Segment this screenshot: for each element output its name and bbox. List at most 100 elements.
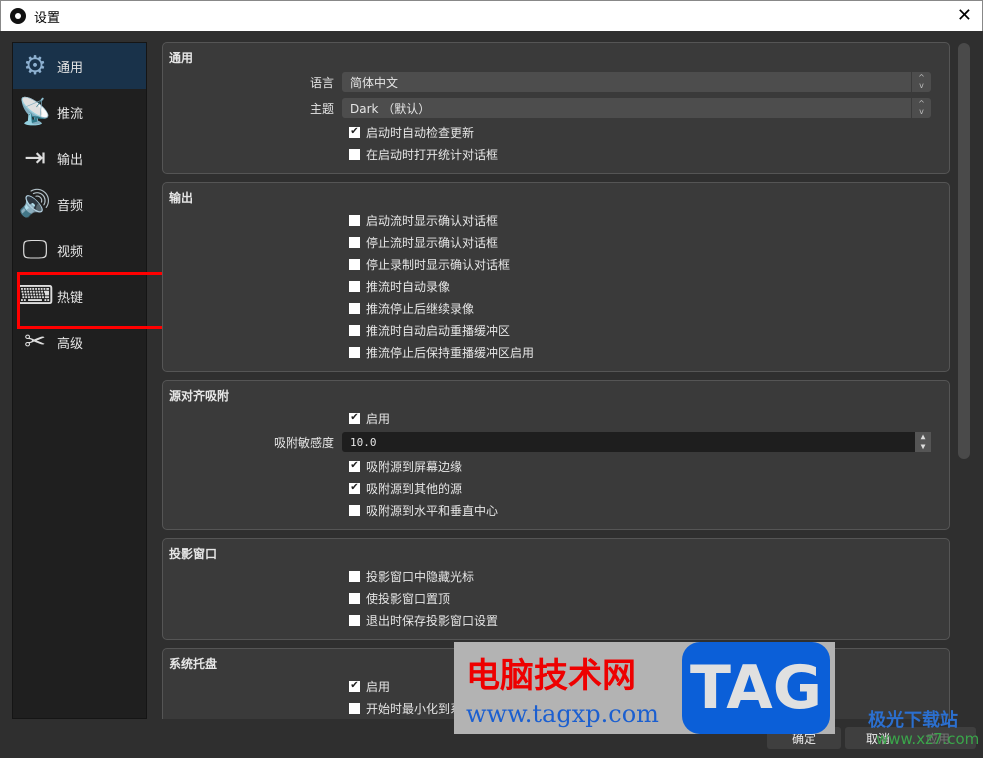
settings-group: 源对齐吸附 ✔ 启用 吸附敏感度 10.0 ▲ ▼ ✔ 吸附源到屏幕边缘 ✔ 吸附源到其他的源 吸附源… — [162, 380, 950, 530]
settings-sidebar: ⚙ 通用 📡 推流 ⇥ 输出 🔊 音频 🖵 视频 ⌨ 热键 ✂ 高级 — [12, 42, 147, 719]
checkbox[interactable] — [349, 236, 360, 248]
checkbox-row[interactable]: 启动流时显示确认对话框 — [163, 209, 949, 231]
checkbox[interactable]: ✔ — [349, 412, 360, 424]
sidebar-item-label: 视频 — [57, 244, 84, 260]
spinbox-value: 10.0 — [350, 435, 377, 449]
sidebar-item-2[interactable]: ⇥ 输出 — [13, 135, 146, 181]
checkbox-label: 推流停止后继续录像 — [366, 301, 475, 316]
dropdown-select[interactable]: Dark （默认） ^ v — [342, 98, 931, 118]
sidebar-item-4[interactable]: 🖵 视频 — [13, 227, 146, 273]
spin-row: 吸附敏感度 10.0 ▲ ▼ — [163, 429, 949, 455]
checkbox-row[interactable]: ✔ 启用 — [163, 407, 949, 429]
checkbox-row[interactable]: 在启动时打开统计对话框 — [163, 143, 949, 165]
chevron-up-down-icon: ^ v — [911, 72, 931, 92]
checkbox-row[interactable]: ✔ 吸附源到屏幕边缘 — [163, 455, 949, 477]
tools-icon: ✂ — [24, 327, 46, 357]
antenna-icon: 📡 — [18, 97, 52, 127]
checkbox-row[interactable]: 推流停止后保持重播缓冲区启用 — [163, 341, 949, 363]
field-label: 吸附敏感度 — [273, 435, 334, 450]
checkbox-row[interactable]: 吸附源到水平和垂直中心 — [163, 499, 949, 521]
checkbox[interactable] — [349, 592, 360, 604]
sidebar-item-1[interactable]: 📡 推流 — [13, 89, 146, 135]
watermark-brand: 极光下载站 — [868, 710, 958, 731]
checkbox[interactable] — [349, 302, 360, 314]
sidebar-item-label: 音频 — [57, 198, 84, 214]
sidebar-item-0[interactable]: ⚙ 通用 — [13, 43, 146, 89]
watermark-brand-url: www.xz7.com — [876, 730, 980, 748]
checkbox-row[interactable]: 投影窗口中隐藏光标 — [163, 565, 949, 587]
checkbox[interactable] — [349, 258, 360, 270]
close-button[interactable]: ✕ — [957, 5, 972, 26]
checkbox-label: 停止录制时显示确认对话框 — [366, 257, 511, 272]
spin-up-icon[interactable]: ▲ — [915, 432, 931, 442]
checkbox-label: 退出时保存投影窗口设置 — [366, 613, 499, 628]
checkbox-row[interactable]: ✔ 吸附源到其他的源 — [163, 477, 949, 499]
checkbox[interactable]: ✔ — [349, 680, 360, 692]
checkbox-row[interactable]: 使投影窗口置顶 — [163, 587, 949, 609]
window-title: 设置 — [34, 10, 61, 26]
number-spinbox[interactable]: 10.0 ▲ ▼ — [342, 432, 931, 452]
settings-group: 通用 语言 简体中文 ^ v 主题 Dark （默认） ^ v ✔ 启动时自动检查更新 在启动时打开统… — [162, 42, 950, 174]
sidebar-item-label: 通用 — [57, 60, 84, 76]
title-bar: 设置 ✕ — [0, 0, 983, 31]
checkbox-label: 启动时自动检查更新 — [366, 125, 475, 140]
group-title: 投影窗口 — [169, 547, 218, 561]
sidebar-item-label: 推流 — [57, 106, 84, 122]
settings-group: 投影窗口投影窗口中隐藏光标 使投影窗口置顶退出时保存投影窗口设置 — [162, 538, 950, 640]
checkbox-row[interactable]: ✔ 启动时自动检查更新 — [163, 121, 949, 143]
checkbox[interactable] — [349, 280, 360, 292]
checkbox[interactable] — [349, 324, 360, 336]
checkbox-label: 在启动时打开统计对话框 — [366, 147, 499, 162]
spin-buttons: ▲ ▼ — [915, 432, 931, 452]
checkbox-row[interactable]: 推流停止后继续录像 — [163, 297, 949, 319]
monitor-icon: 🖵 — [22, 234, 48, 265]
checkbox-label: 投影窗口中隐藏光标 — [366, 569, 475, 584]
general-settings-panel: 通用 语言 简体中文 ^ v 主题 Dark （默认） ^ v ✔ 启动时自动检查更新 在启动时打开统… — [162, 42, 950, 719]
spin-down-icon[interactable]: ▼ — [915, 442, 931, 452]
dropdown-select[interactable]: 简体中文 ^ v — [342, 72, 931, 92]
chevron-up-down-icon: ^ v — [911, 98, 931, 118]
checkbox[interactable] — [349, 214, 360, 226]
sidebar-item-3[interactable]: 🔊 音频 — [13, 181, 146, 227]
sidebar-item-6[interactable]: ✂ 高级 — [13, 319, 146, 365]
select-row: 主题 Dark （默认） ^ v — [163, 95, 949, 121]
group-title: 源对齐吸附 — [169, 389, 230, 403]
field-label: 主题 — [309, 101, 334, 116]
checkbox-label: 吸附源到其他的源 — [366, 481, 463, 496]
watermark-url: www.tagxp.com — [466, 700, 659, 728]
checkbox[interactable]: ✔ — [349, 460, 360, 472]
select-row: 语言 简体中文 ^ v — [163, 69, 949, 95]
gear-icon: ⚙ — [23, 51, 47, 81]
checkbox-label: 启用 — [366, 411, 391, 426]
dropdown-value: 简体中文 — [350, 75, 399, 90]
checkbox-label: 启动流时显示确认对话框 — [366, 213, 499, 228]
keyboard-icon: ⌨ — [16, 281, 54, 311]
dropdown-value: Dark （默认） — [350, 101, 431, 116]
checkbox[interactable] — [349, 570, 360, 582]
checkbox[interactable]: ✔ — [349, 482, 360, 494]
checkbox-row[interactable]: 推流时自动启动重播缓冲区 — [163, 319, 949, 341]
watermark-tag-logo: TAG — [682, 642, 830, 734]
checkbox[interactable] — [349, 346, 360, 358]
checkbox[interactable] — [349, 614, 360, 626]
checkbox-row[interactable]: 推流时自动录像 — [163, 275, 949, 297]
field-label: 语言 — [309, 75, 334, 90]
settings-group: 输出启动流时显示确认对话框停止流时显示确认对话框停止录制时显示确认对话框推流时自… — [162, 182, 950, 372]
checkbox-label: 吸附源到屏幕边缘 — [366, 459, 463, 474]
checkbox[interactable]: ✔ — [349, 126, 360, 138]
speaker-icon: 🔊 — [18, 189, 52, 219]
group-title: 输出 — [169, 191, 194, 205]
checkbox-row[interactable]: 停止流时显示确认对话框 — [163, 231, 949, 253]
sidebar-item-label: 输出 — [57, 152, 84, 168]
obs-logo-icon — [10, 8, 26, 24]
checkbox-row[interactable]: 停止录制时显示确认对话框 — [163, 253, 949, 275]
sidebar-item-5[interactable]: ⌨ 热键 — [13, 273, 146, 319]
checkbox-label: 吸附源到水平和垂直中心 — [366, 503, 499, 518]
scrollbar[interactable] — [958, 43, 970, 459]
checkbox[interactable] — [349, 148, 360, 160]
output-monitor-icon: ⇥ — [24, 143, 46, 173]
checkbox-row[interactable]: 退出时保存投影窗口设置 — [163, 609, 949, 631]
checkbox-label: 使投影窗口置顶 — [366, 591, 451, 606]
checkbox[interactable] — [349, 702, 360, 714]
checkbox[interactable] — [349, 504, 360, 516]
